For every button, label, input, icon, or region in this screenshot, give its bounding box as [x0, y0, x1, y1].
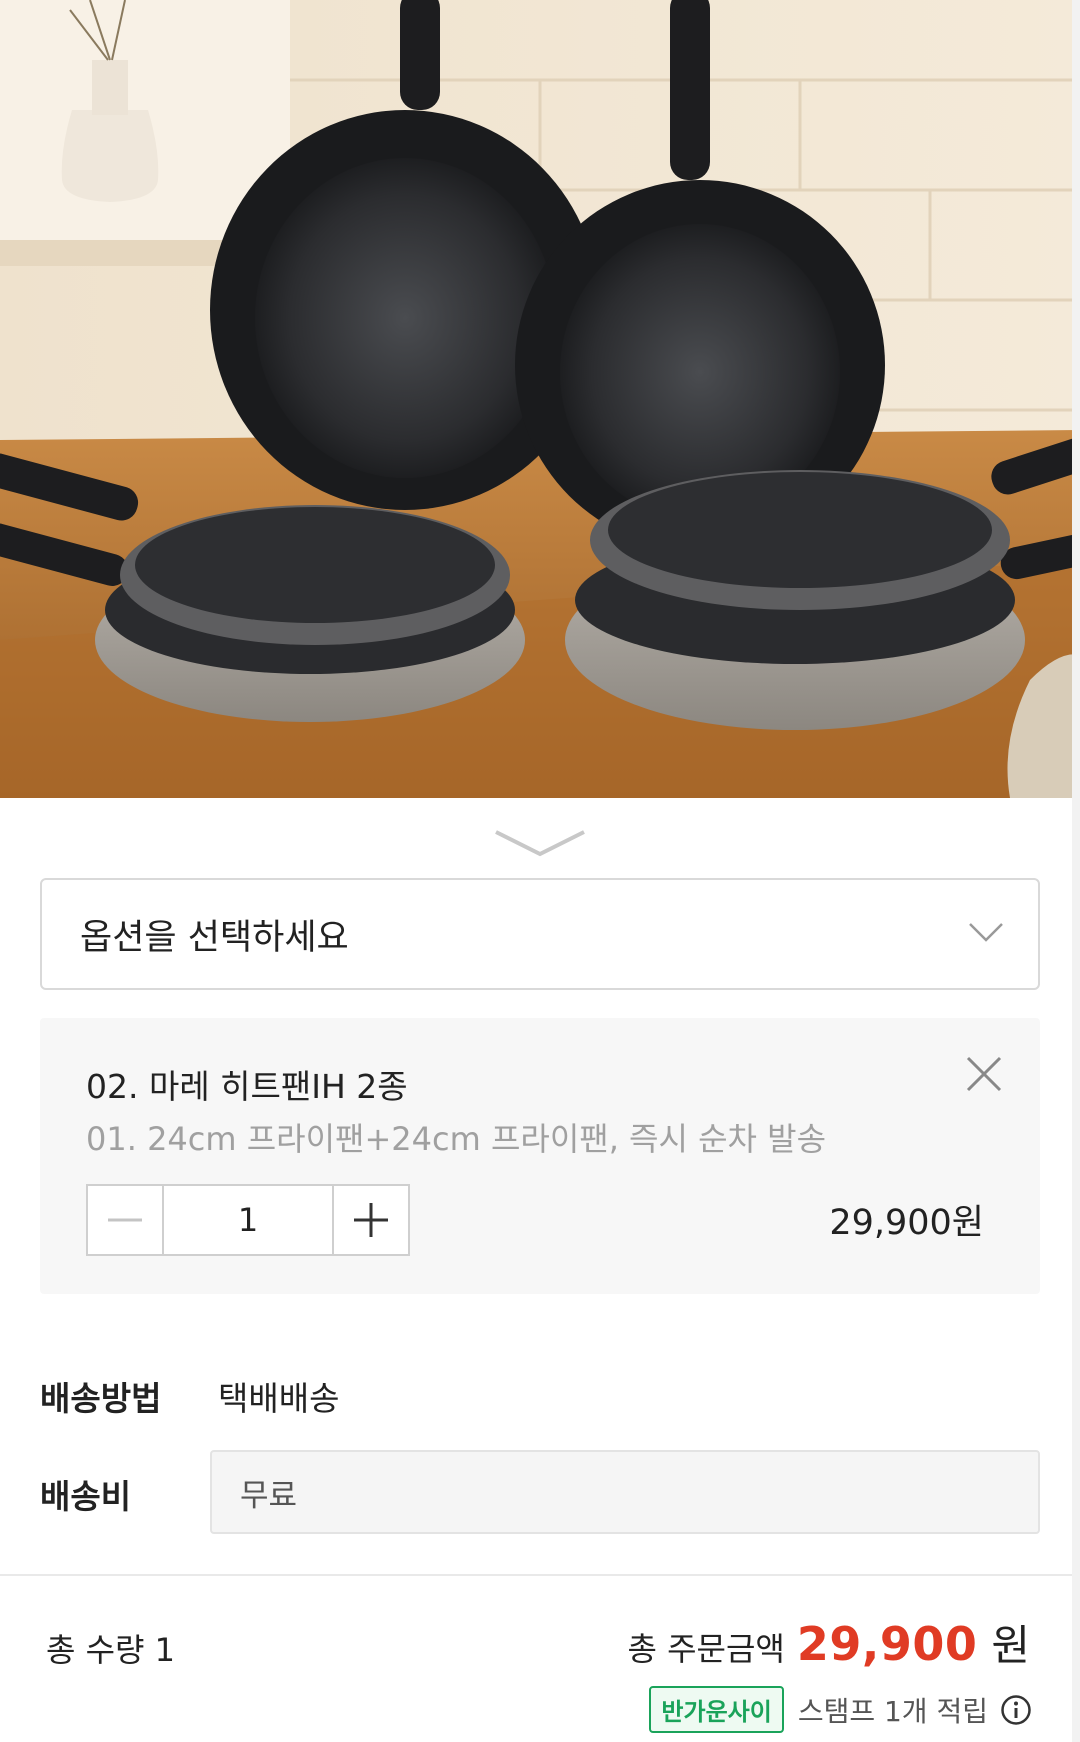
- stamp-text: 스탬프 1개 적립: [797, 1694, 988, 1728]
- total-amount: 총 주문금액 29,900 원: [627, 1612, 1030, 1673]
- chevron-down-icon: [969, 923, 1003, 942]
- minus-icon: [108, 1218, 142, 1222]
- selected-item-subtitle: 01. 24cm 프라이팬+24cm 프라이팬, 즉시 순차 발송: [86, 1120, 827, 1158]
- section-divider: [0, 1574, 1072, 1576]
- shipping-fee-label: 배송비: [40, 1477, 132, 1516]
- quantity-value[interactable]: 1: [164, 1186, 332, 1254]
- pan-set-illustration: [0, 0, 1080, 798]
- product-order-page: 옵션을 선택하세요 02. 마레 히트팬IH 2종 01. 24cm 프라이팬+…: [0, 0, 1080, 1742]
- shipping-method-label: 배송방법: [40, 1379, 162, 1418]
- total-amount-value: 29,900: [796, 1617, 978, 1671]
- selected-item-price: 29,900원: [829, 1203, 984, 1243]
- selected-item-title: 02. 마레 히트팬IH 2종: [86, 1067, 408, 1106]
- total-amount-label: 총 주문금액: [627, 1630, 785, 1668]
- info-icon[interactable]: [1000, 1694, 1032, 1726]
- product-image: [0, 0, 1080, 798]
- quantity-increase-button[interactable]: [332, 1186, 408, 1254]
- quantity-stepper: 1: [86, 1184, 410, 1256]
- stamp-reward: 반가운사이 스탬프 1개 적립: [649, 1686, 1032, 1733]
- close-icon[interactable]: [964, 1054, 1004, 1094]
- selected-option-card: 02. 마레 히트팬IH 2종 01. 24cm 프라이팬+24cm 프라이팬,…: [40, 1018, 1040, 1294]
- shipping-fee-field: 무료: [210, 1450, 1040, 1534]
- option-select[interactable]: 옵션을 선택하세요: [40, 878, 1040, 990]
- stamp-badge: 반가운사이: [649, 1686, 784, 1733]
- chevron-down-icon[interactable]: [492, 826, 588, 860]
- quantity-decrease-button[interactable]: [88, 1186, 164, 1254]
- shipping-method-value: 택배배송: [218, 1379, 340, 1418]
- scroll-edge: [1072, 0, 1080, 1742]
- plus-icon: [354, 1203, 388, 1237]
- total-quantity: 총 수량 1: [46, 1631, 176, 1669]
- shipping-fee-value: 무료: [240, 1477, 298, 1514]
- total-amount-unit: 원: [991, 1621, 1030, 1670]
- option-select-placeholder: 옵션을 선택하세요: [80, 917, 349, 958]
